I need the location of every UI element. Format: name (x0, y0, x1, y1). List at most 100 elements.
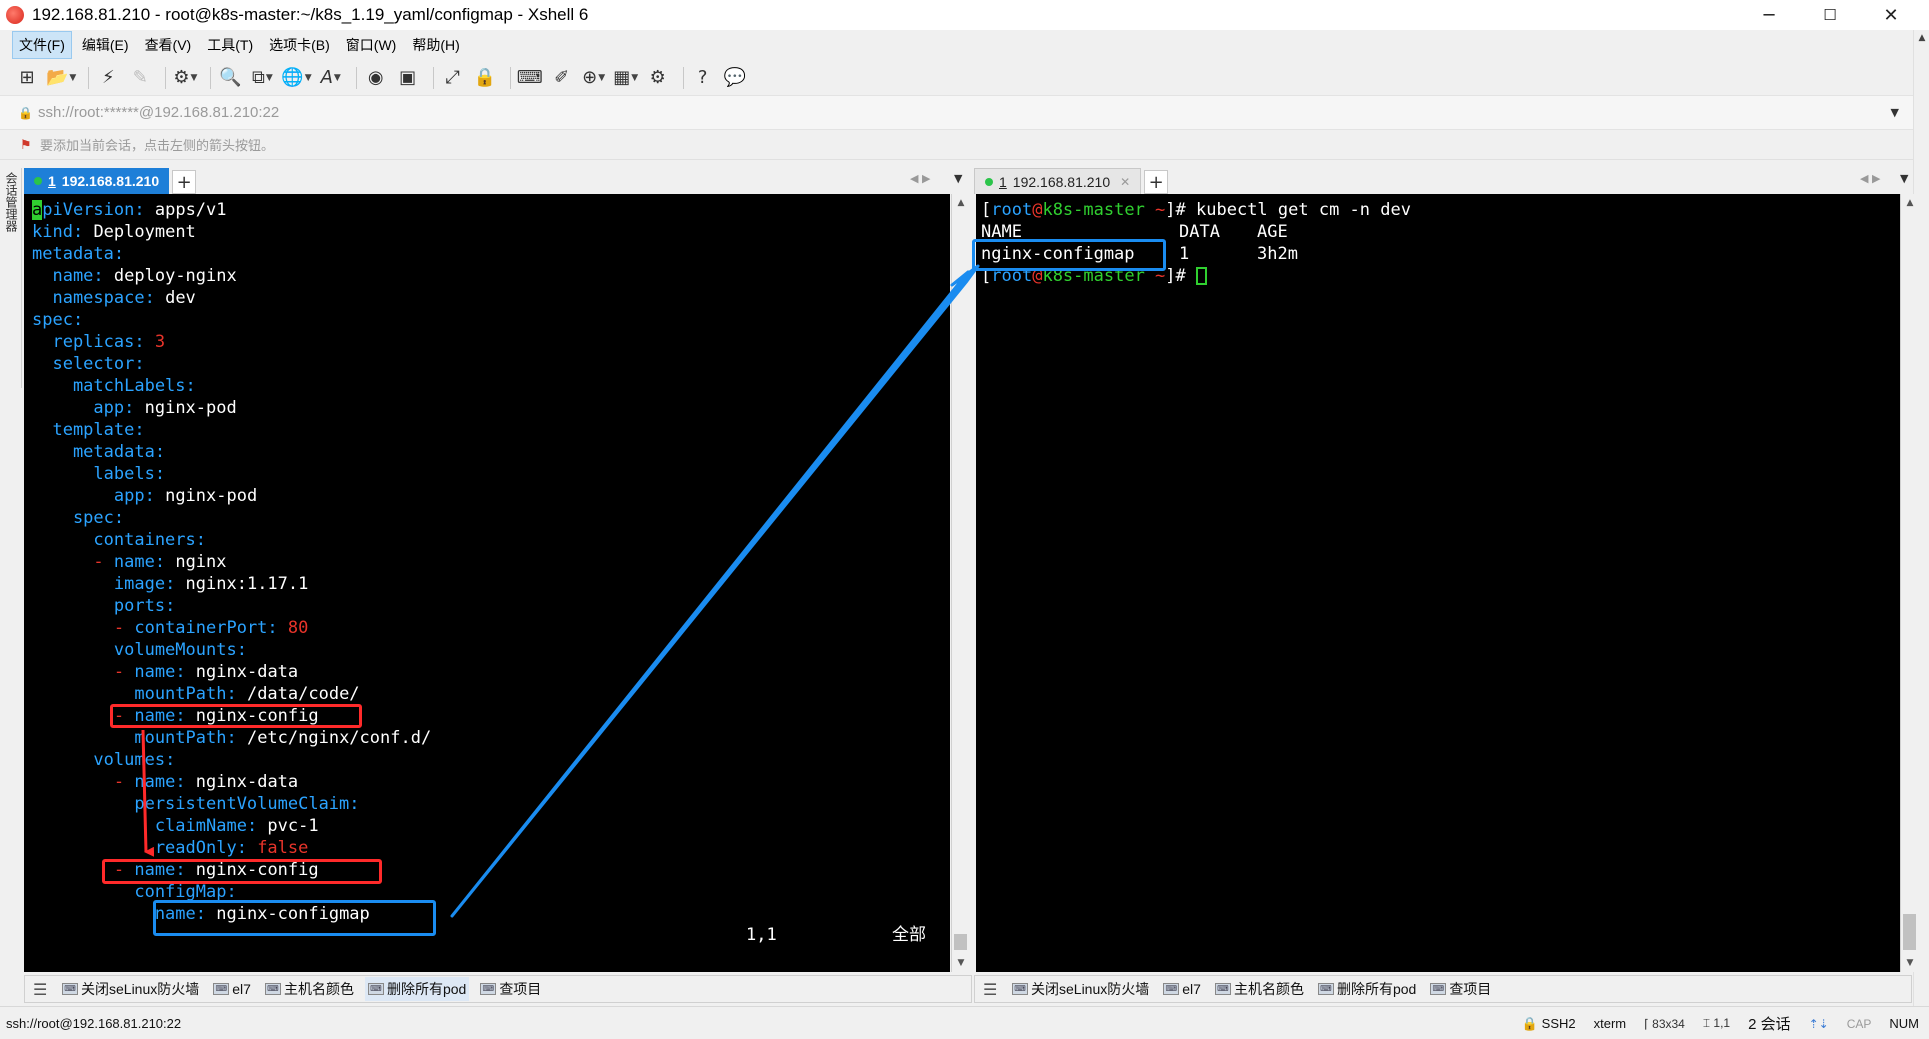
quick-command-button[interactable]: ⌨ 主机名颜色 (262, 977, 357, 1001)
yaml-line: selector: (32, 353, 950, 375)
scroll-up-icon[interactable]: ▲ (1901, 194, 1919, 212)
yaml-token: persistentVolumeClaim (32, 794, 350, 814)
yaml-token: app (32, 486, 145, 506)
status-sessions[interactable]: 2 会话 (1748, 1013, 1791, 1034)
menu-window[interactable]: 窗口(W) (340, 32, 403, 58)
quick-command-button[interactable]: ⌨ 主机名颜色 (1212, 977, 1307, 1001)
scroll-down-icon[interactable]: ▼ (952, 954, 970, 972)
transfer-icon[interactable]: ▣ (395, 65, 421, 91)
quick-command-button[interactable]: ⌨ 查项目 (477, 977, 544, 1001)
tab-nav-arrows-icon[interactable]: ◀ ▶ (910, 172, 930, 185)
yaml-token: spec (32, 508, 114, 528)
yaml-line: claimName: pvc-1 (32, 815, 950, 837)
tab-list-icon[interactable]: ▼ (1900, 172, 1908, 185)
right-terminal[interactable]: [root@k8s-master ~]# kubectl get cm -n d… (976, 194, 1901, 972)
scroll-up-icon[interactable]: ▲ (952, 194, 970, 212)
connect-icon[interactable]: ⚡ (95, 65, 121, 91)
session-manager-label: 会话管理器 (4, 172, 18, 232)
yaml-token: : (144, 486, 166, 506)
open-folder-icon[interactable]: 📂 ▼ (46, 65, 76, 91)
yaml-token: : (175, 706, 196, 726)
layout-icon[interactable]: ▦ ▼ (613, 65, 639, 91)
menu-help[interactable]: 帮助(H) (406, 32, 465, 58)
chevron-down-icon[interactable]: ▼ (1891, 106, 1899, 119)
yaml-token: : (134, 420, 145, 440)
yaml-token: : (154, 464, 166, 484)
settings-icon[interactable]: ⚙ (645, 65, 671, 91)
quickbar-menu-icon[interactable]: ☰ (33, 980, 53, 999)
yaml-token: containers (32, 530, 196, 550)
quick-command-button[interactable]: ⌨ el7 (1160, 979, 1204, 999)
font-icon[interactable]: A ▼ (318, 65, 344, 91)
find-icon[interactable]: 🔍 (217, 65, 243, 91)
yaml-token: pvc-1 (267, 816, 319, 836)
tab-nav-arrows-icon[interactable]: ◀ ▶ (1860, 172, 1880, 185)
keyboard-icon: ⌨ (62, 983, 78, 995)
table-header: NAME DATA AGE (981, 221, 1901, 243)
quick-command-button[interactable]: ⌨ 关闭seLinux防火墙 (1009, 977, 1152, 1001)
yaml-token: : (185, 376, 196, 396)
left-terminal[interactable]: apiVersion: apps/v1 kind: Deployment metad… (24, 194, 950, 972)
disconnect-icon[interactable]: ✎ (127, 65, 153, 91)
address-input[interactable] (38, 104, 1838, 121)
properties-icon[interactable]: ⚙ ▼ (172, 65, 198, 91)
add-tab-icon[interactable]: ⊕ ▼ (581, 65, 607, 91)
globe-icon[interactable]: 🌐 ▼ (281, 65, 311, 91)
quick-command-button[interactable]: ⌨ el7 (210, 979, 254, 999)
close-button[interactable]: ✕ (1862, 0, 1920, 30)
menu-edit[interactable]: 编辑(E) (76, 32, 135, 58)
add-tab-button[interactable]: + (1144, 170, 1169, 194)
menu-file[interactable]: 文件(F) (12, 31, 72, 59)
tab-left-session[interactable]: 1 192.168.81.210 (24, 168, 170, 194)
yaml-token: : (246, 816, 268, 836)
new-session-icon[interactable]: ⊞ (14, 65, 40, 91)
status-arrows-icon[interactable]: ⇡⇣ (1809, 1017, 1829, 1031)
editor-cursor-position: 1,1 (746, 925, 777, 945)
keyboard-icon[interactable]: ⌨ (517, 65, 543, 91)
fullscreen-icon[interactable]: ⤢ (440, 65, 466, 91)
minimize-button[interactable]: ─ (1740, 0, 1798, 30)
yaml-token: : (175, 662, 196, 682)
status-num-lock: NUM (1889, 1016, 1919, 1031)
tab-right-session[interactable]: 1 192.168.81.210 ✕ (974, 168, 1142, 194)
quick-command-button[interactable]: ⌨ 关闭seLinux防火墙 (59, 977, 202, 1001)
help-icon[interactable]: ? (690, 65, 716, 91)
right-terminal-scrollbar[interactable]: ▲ ▼ (1900, 194, 1918, 972)
xftp-icon[interactable]: ◉ (363, 65, 389, 91)
keyboard-icon: ⌨ (1214, 983, 1231, 995)
scroll-down-icon[interactable]: ▼ (1901, 954, 1919, 972)
menu-view[interactable]: 查看(V) (139, 32, 198, 58)
yaml-line: kind: Deployment (32, 221, 950, 243)
left-terminal-scrollbar[interactable]: ▲ ▼ (951, 194, 969, 972)
yaml-token: : (165, 750, 176, 770)
chat-icon[interactable]: 💬 (722, 65, 748, 91)
session-manager-tab[interactable]: 会话管理器 (0, 168, 22, 388)
scroll-thumb[interactable] (954, 934, 967, 950)
copy-icon[interactable]: ⧉ ▼ (249, 65, 275, 91)
quickbar-menu-icon[interactable]: ☰ (983, 980, 1003, 999)
maximize-button[interactable]: ☐ (1801, 0, 1859, 30)
add-tab-button[interactable]: + (172, 170, 197, 194)
lock-screen-icon[interactable]: 🔒 (472, 65, 498, 91)
menu-tabs[interactable]: 选项卡(B) (263, 32, 336, 58)
yaml-token: : (349, 794, 360, 814)
status-protocol-text: SSH2 (1541, 1015, 1576, 1031)
close-tab-icon[interactable]: ✕ (1120, 175, 1130, 189)
quick-command-button[interactable]: ⌨ 删除所有pod (364, 977, 470, 1001)
status-cursor-text: 1,1 (1713, 1016, 1731, 1030)
yaml-token: namespace (32, 288, 145, 308)
bookmark-arrow-icon[interactable]: ⚑ (20, 138, 34, 153)
window-title: 192.168.81.210 - root@k8s-master:~/k8s_1… (32, 5, 589, 24)
prompt-bracket: [ (981, 200, 992, 220)
menu-tools[interactable]: 工具(T) (201, 32, 259, 58)
yaml-token: : (113, 244, 125, 264)
yaml-token: nginx-config (195, 860, 319, 880)
compose-icon[interactable]: ✐ (549, 65, 575, 91)
quick-command-button[interactable]: ⌨ 查项目 (1427, 977, 1494, 1001)
tab-list-icon[interactable]: ▼ (954, 172, 962, 185)
scroll-thumb[interactable] (1903, 914, 1916, 950)
keyboard-icon: ⌨ (213, 983, 230, 995)
scroll-up-icon[interactable]: ▲ (1914, 30, 1929, 46)
prompt-bracket: ]# (1165, 266, 1197, 286)
quick-command-button[interactable]: ⌨ 删除所有pod (1315, 977, 1419, 1001)
